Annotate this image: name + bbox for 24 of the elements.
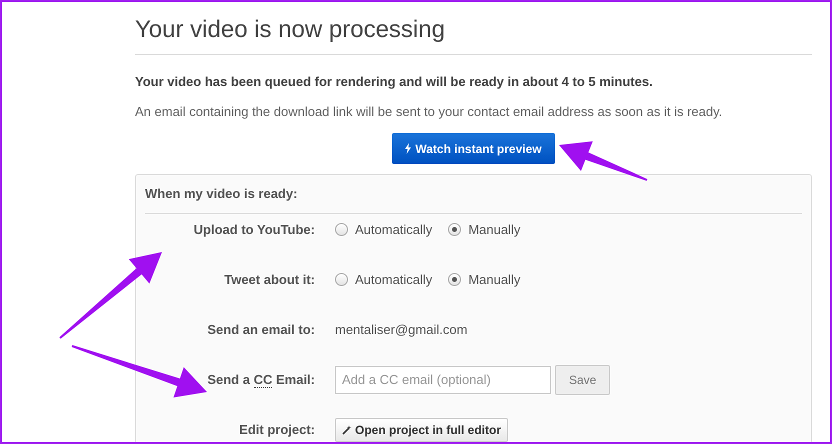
radio-button[interactable] (448, 273, 462, 286)
email-address: mentaliser@gmail.com (335, 320, 468, 339)
radio-label[interactable]: Manually (468, 270, 520, 290)
radio-button[interactable] (335, 273, 348, 286)
row-label: Edit project: (239, 422, 315, 437)
cc-email-field[interactable]: Add a CC email (optional) (335, 366, 551, 394)
page-title: Your video is now processing (135, 12, 812, 55)
row-label: Tweet about it: (224, 272, 315, 287)
radio-label[interactable]: Automatically (355, 270, 432, 290)
panel-heading: When my video is ready: (145, 175, 802, 214)
queued-message: Your video has been queued for rendering and will be ready in about 4 to 5 minutes. (135, 73, 654, 91)
radio-button[interactable] (335, 223, 348, 236)
save-button[interactable]: Save (555, 364, 610, 394)
watch-preview-button[interactable]: Watch instant preview (392, 133, 555, 164)
lightning-icon (405, 143, 412, 154)
row-label: Send an email to: (207, 322, 315, 337)
row-label: Send a CC Email: (207, 372, 315, 388)
radio-label[interactable]: Automatically (355, 220, 432, 240)
radio-label[interactable]: Manually (468, 220, 520, 240)
magic-wand-icon (342, 424, 352, 434)
row-label: Upload to YouTube: (194, 222, 315, 237)
email-info: An email containing the download link will be sent to your contact email address as soon as it is ready. (135, 102, 724, 121)
open-editor-button[interactable]: Open project in full editor (335, 418, 508, 442)
radio-button[interactable] (448, 223, 462, 236)
